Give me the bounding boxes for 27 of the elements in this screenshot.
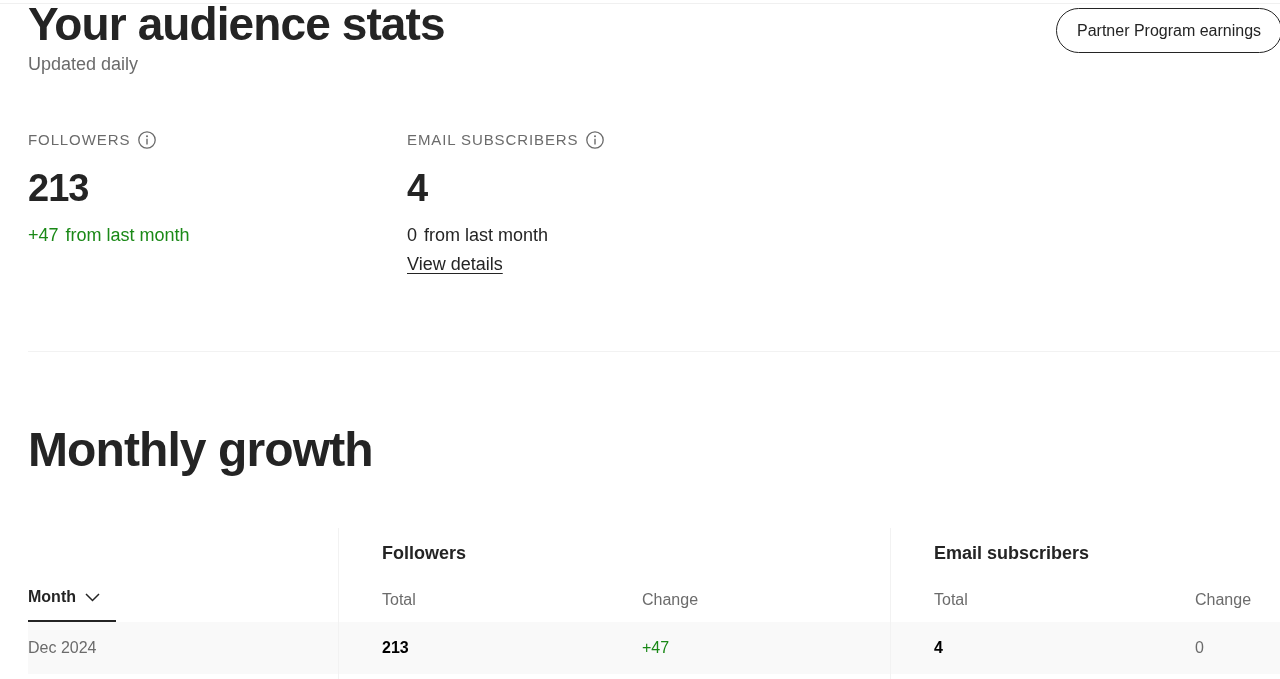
change-cell: 0 [1195, 638, 1204, 658]
stat-value: 213 [28, 166, 89, 210]
total-cell: 4 [934, 638, 943, 658]
total-cell: 213 [382, 638, 409, 658]
column-header: Change [642, 590, 699, 610]
info-icon[interactable] [586, 131, 605, 149]
change-label: from last month [65, 224, 190, 247]
group-header: Email subscribers [934, 542, 1090, 565]
earnings-button[interactable]: Partner Program earnings [1056, 8, 1280, 53]
column-header: Change [1195, 590, 1252, 610]
stat-value: 4 [407, 166, 428, 210]
column-header: Total [382, 590, 416, 610]
change-amount: +47 [28, 224, 59, 247]
stat-label: FOLLOWERS [28, 130, 131, 150]
month-cell: Dec 2024 [28, 638, 97, 658]
info-icon[interactable] [138, 131, 157, 149]
change-amount: 0 [407, 224, 417, 247]
group-header: Followers [382, 542, 466, 565]
chevron-down-icon [85, 592, 100, 602]
change-label: from last month [424, 224, 549, 247]
column-header: Total [934, 590, 968, 610]
page-subtitle: Updated daily [28, 53, 139, 76]
stat-label: EMAIL SUBSCRIBERS [407, 130, 579, 150]
page-title: Your audience stats [28, 4, 445, 44]
section-title: Monthly growth [28, 422, 374, 478]
view-details-link[interactable]: View details [407, 252, 503, 276]
change-cell: +47 [642, 638, 670, 658]
